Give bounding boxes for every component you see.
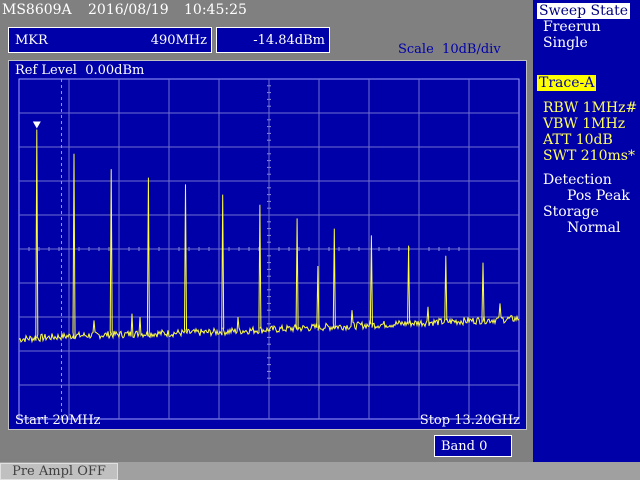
marker-level-box[interactable]: -14.84dBm: [216, 27, 330, 53]
start-frequency: Start 20MHz: [15, 413, 101, 428]
spectrum-plot[interactable]: [8, 60, 527, 430]
storage-value: Normal: [567, 220, 621, 236]
pre-ampl-button[interactable]: Pre Ampl OFF: [0, 463, 118, 480]
vbw-value: VBW 1MHz: [543, 116, 626, 132]
marker-frequency-box[interactable]: MKR 490MHz: [8, 27, 212, 53]
sweep-single[interactable]: Single: [543, 35, 588, 51]
marker-triangle: [32, 121, 41, 129]
att-value: ATT 10dB: [543, 132, 613, 148]
detection-value: Pos Peak: [567, 188, 630, 204]
graticule: [18, 78, 520, 420]
time-text: 10:45:25: [184, 2, 247, 18]
detection-title: Detection: [543, 172, 612, 188]
rbw-value: RBW 1MHz#: [543, 100, 638, 116]
marker-level: -14.84dBm: [253, 33, 325, 48]
date-text: 2016/08/19: [88, 2, 169, 18]
band-box[interactable]: Band 0: [434, 435, 512, 457]
swt-value: SWT 210ms*: [543, 148, 635, 164]
trace-a-title[interactable]: Trace-A: [537, 75, 597, 91]
scale-text: Scale 10dB/div: [398, 42, 501, 57]
model-name: MS8609A: [2, 2, 72, 18]
stop-frequency: Stop 13.20GHz: [419, 413, 520, 428]
storage-title: Storage: [543, 204, 599, 220]
spectrum-display[interactable]: Ref Level 0.00dBm Start 20MHz Stop 13.20…: [8, 60, 527, 430]
band-label: Band 0: [441, 439, 488, 454]
soft-key-panel: Sweep State Freerun Single Trace-A RBW 1…: [533, 0, 640, 462]
marker-label: MKR: [15, 33, 48, 48]
sweep-freerun[interactable]: Freerun: [543, 19, 601, 35]
sweep-state-title[interactable]: Sweep State: [537, 3, 631, 19]
marker-frequency: 490MHz: [150, 33, 207, 48]
title-bar: MS8609A 2016/08/19 10:45:25: [0, 0, 533, 22]
